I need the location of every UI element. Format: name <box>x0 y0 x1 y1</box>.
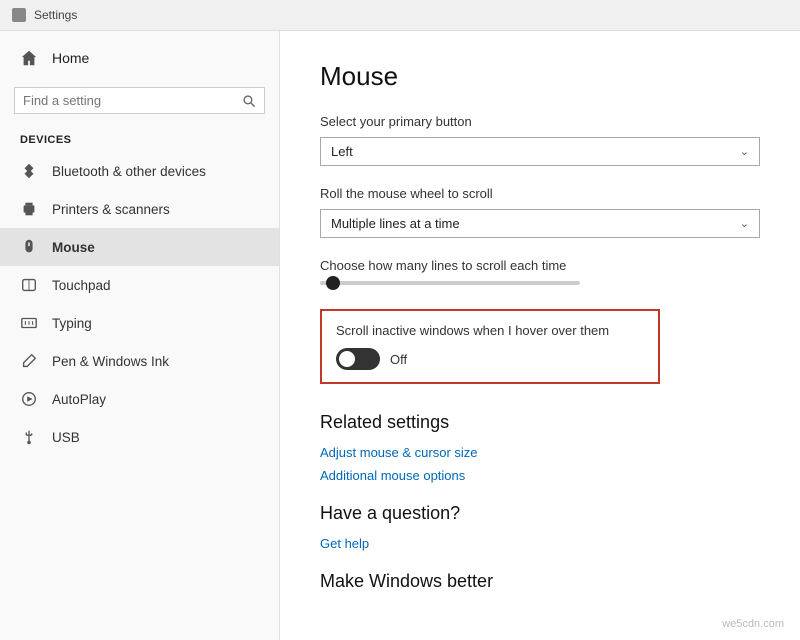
content-area: Mouse Select your primary button Left ⌄ … <box>280 31 800 640</box>
sidebar-item-pen[interactable]: Pen & Windows Ink <box>0 342 279 380</box>
sidebar-item-autoplay[interactable]: AutoPlay <box>0 380 279 418</box>
primary-button-label: Select your primary button <box>320 114 760 129</box>
sidebar-item-printers[interactable]: Printers & scanners <box>0 190 279 228</box>
title-bar: Settings <box>0 0 800 31</box>
printer-icon <box>20 200 38 218</box>
scroll-lines-label: Choose how many lines to scroll each tim… <box>320 258 760 273</box>
pen-icon <box>20 352 38 370</box>
roll-wheel-dropdown[interactable]: Multiple lines at a time ⌄ <box>320 209 760 238</box>
sidebar-item-label: Mouse <box>52 240 95 255</box>
app-container: Home Devices Bluetooth & other devices P… <box>0 31 800 640</box>
sidebar-item-label: Typing <box>52 316 92 331</box>
sidebar-item-label: Touchpad <box>52 278 111 293</box>
sidebar-item-label: Pen & Windows Ink <box>52 354 169 369</box>
page-title: Mouse <box>320 61 760 92</box>
roll-wheel-value: Multiple lines at a time <box>331 216 460 231</box>
typing-icon <box>20 314 38 332</box>
sidebar-item-usb[interactable]: USB <box>0 418 279 456</box>
search-input[interactable] <box>23 93 236 108</box>
search-box[interactable] <box>14 87 265 114</box>
sidebar-item-label: Printers & scanners <box>52 202 170 217</box>
sidebar-item-mouse[interactable]: Mouse <box>0 228 279 266</box>
roll-wheel-arrow: ⌄ <box>740 217 749 230</box>
primary-button-value: Left <box>331 144 353 159</box>
mouse-icon <box>20 238 38 256</box>
touchpad-icon <box>20 276 38 294</box>
sidebar-item-bluetooth[interactable]: Bluetooth & other devices <box>0 152 279 190</box>
toggle-row: Off <box>336 348 644 370</box>
usb-icon <box>20 428 38 446</box>
scroll-inactive-label: Scroll inactive windows when I hover ove… <box>336 323 644 338</box>
related-link-cursor[interactable]: Adjust mouse & cursor size <box>320 445 760 460</box>
scroll-lines-slider-thumb[interactable] <box>326 276 340 290</box>
watermark: we5cdn.com <box>714 614 792 634</box>
home-icon <box>20 49 38 67</box>
toggle-knob <box>339 351 355 367</box>
sidebar-item-label: USB <box>52 430 80 445</box>
bluetooth-icon <box>20 162 38 180</box>
roll-wheel-label: Roll the mouse wheel to scroll <box>320 186 760 201</box>
sidebar: Home Devices Bluetooth & other devices P… <box>0 31 280 640</box>
home-label: Home <box>52 50 89 66</box>
scroll-inactive-section: Scroll inactive windows when I hover ove… <box>320 309 660 384</box>
sidebar-item-home[interactable]: Home <box>0 35 279 81</box>
sidebar-item-touchpad[interactable]: Touchpad <box>0 266 279 304</box>
sidebar-item-typing[interactable]: Typing <box>0 304 279 342</box>
primary-button-dropdown[interactable]: Left ⌄ <box>320 137 760 166</box>
autoplay-icon <box>20 390 38 408</box>
scroll-lines-slider-track[interactable] <box>320 281 580 285</box>
title-bar-label: Settings <box>34 8 77 22</box>
get-help-link[interactable]: Get help <box>320 536 760 551</box>
title-bar-icon <box>12 8 26 22</box>
scroll-inactive-toggle-switch[interactable] <box>336 348 380 370</box>
scroll-inactive-toggle-label: Off <box>390 352 407 367</box>
windows-better-heading: Make Windows better <box>320 571 760 592</box>
sidebar-item-label: Bluetooth & other devices <box>52 164 206 179</box>
related-link-options[interactable]: Additional mouse options <box>320 468 760 483</box>
search-icon <box>242 94 256 108</box>
sidebar-section-label: Devices <box>0 124 279 152</box>
sidebar-item-label: AutoPlay <box>52 392 106 407</box>
scroll-lines-container: Choose how many lines to scroll each tim… <box>320 258 760 285</box>
question-heading: Have a question? <box>320 503 760 524</box>
primary-button-arrow: ⌄ <box>740 145 749 158</box>
related-settings-heading: Related settings <box>320 412 760 433</box>
